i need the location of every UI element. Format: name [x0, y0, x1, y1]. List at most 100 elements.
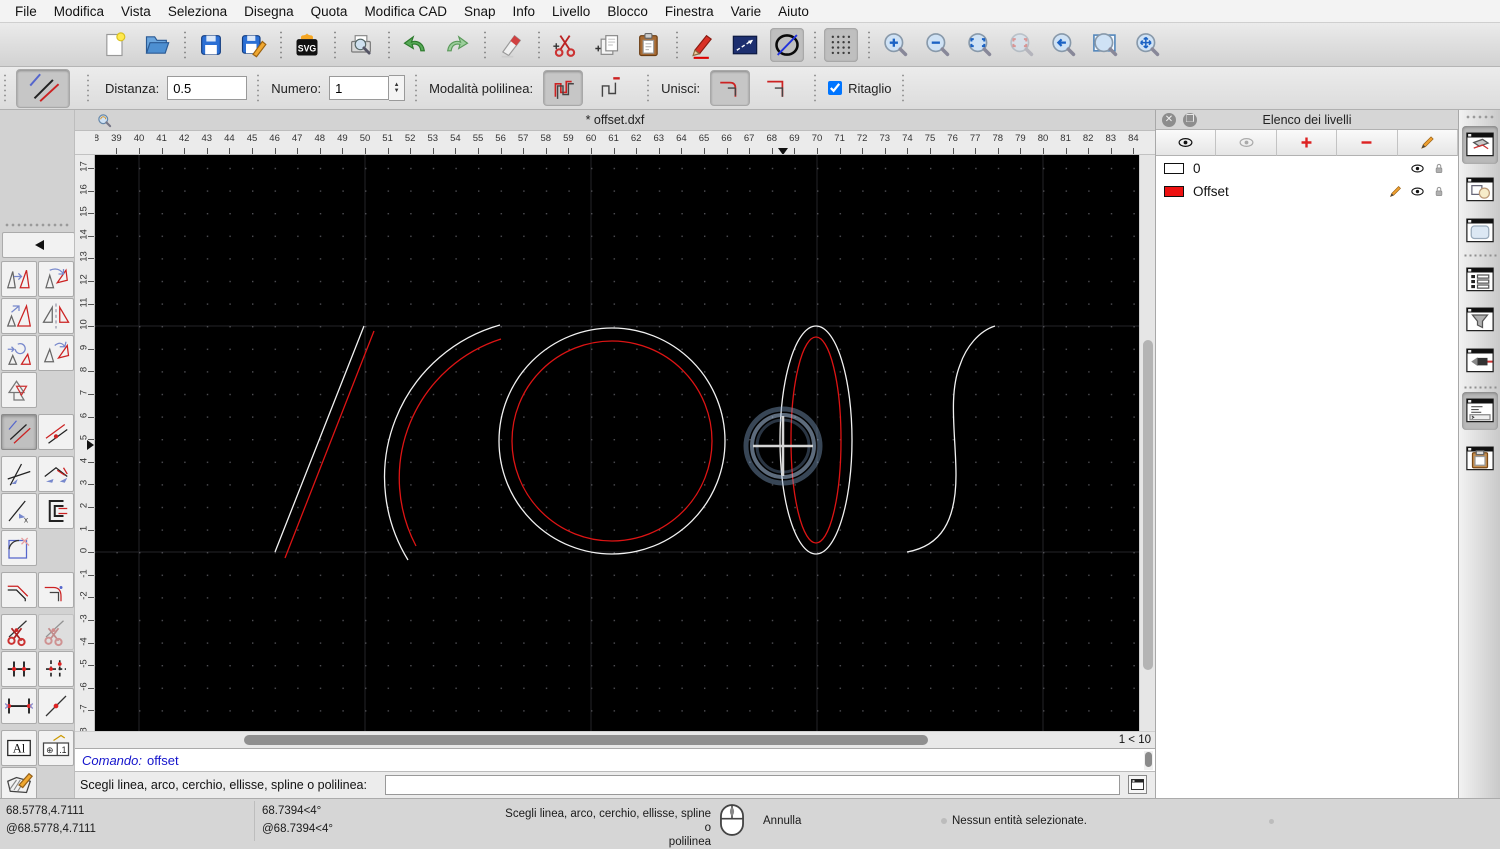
panel-block-list-toggle[interactable]	[1462, 171, 1498, 209]
grid-toggle-button[interactable]	[824, 27, 858, 62]
stretch-tool[interactable]	[1, 688, 37, 724]
number-input[interactable]	[329, 76, 390, 100]
move-rotate-tool[interactable]	[1, 335, 37, 371]
panel-property-editor-toggle[interactable]	[1462, 261, 1498, 299]
panel-command-line-toggle[interactable]	[1462, 392, 1498, 430]
measure-button[interactable]	[728, 28, 762, 62]
menu-disegna[interactable]: Disegna	[238, 4, 305, 19]
zoom-out-button[interactable]	[920, 28, 954, 62]
distance-input[interactable]	[167, 76, 248, 100]
new-file-button[interactable]	[98, 28, 132, 62]
join-round-button[interactable]	[710, 70, 751, 106]
hide-all-layers-button[interactable]	[1216, 130, 1277, 156]
menu-modifica[interactable]: Modifica	[48, 4, 115, 19]
paste-button[interactable]	[632, 28, 666, 62]
add-layer-button[interactable]	[1276, 130, 1338, 156]
back-button[interactable]	[2, 232, 74, 258]
layer-row[interactable]: Offset	[1156, 182, 1458, 202]
offset-tool[interactable]	[1, 414, 37, 450]
print-preview-button[interactable]	[344, 28, 378, 62]
auto-zoom-button[interactable]	[962, 28, 996, 62]
menu-blocco[interactable]: Blocco	[601, 4, 659, 19]
break-out-arc-tool[interactable]	[1, 530, 37, 566]
pencil-icon[interactable]	[1388, 184, 1403, 199]
command-window-button[interactable]	[1128, 775, 1147, 794]
edit-hatch-tool[interactable]	[1, 767, 37, 798]
break-segments-tool[interactable]	[38, 651, 74, 687]
delete-entities-button[interactable]	[494, 28, 528, 62]
history-scrollbar[interactable]	[1144, 751, 1153, 770]
trim-tool[interactable]	[1, 456, 37, 492]
divide-2-tool[interactable]	[38, 614, 74, 650]
remove-layer-button[interactable]	[1337, 130, 1398, 156]
menu-modifica-cad[interactable]: Modifica CAD	[358, 4, 458, 19]
bevel-tool[interactable]	[1, 572, 37, 608]
scrollbar-thumb[interactable]	[1143, 340, 1153, 670]
offset-seg-tool[interactable]	[38, 414, 74, 450]
polyline-mode-single-button[interactable]	[590, 70, 630, 106]
join-sharp-button[interactable]	[757, 70, 797, 106]
svg-export-button[interactable]: SVG	[290, 28, 324, 62]
rotate-tool[interactable]	[38, 261, 74, 297]
split-tool[interactable]	[38, 688, 74, 724]
reverse-tool[interactable]	[1, 372, 37, 408]
scale-tool[interactable]	[1, 298, 37, 334]
pan-button[interactable]	[1130, 28, 1164, 62]
open-file-button[interactable]	[140, 28, 174, 62]
save-as-button[interactable]	[236, 28, 270, 62]
layer-color-swatch[interactable]	[1164, 163, 1184, 174]
move-tool[interactable]	[1, 261, 37, 297]
panel-clipboard-toggle[interactable]	[1462, 440, 1498, 478]
zoom-selection-button[interactable]	[1004, 28, 1038, 62]
edit-text-tool[interactable]: Al	[1, 730, 37, 766]
clip-checkbox[interactable]	[828, 81, 843, 95]
menu-seleziona[interactable]: Seleziona	[162, 4, 238, 19]
stepper-down-icon[interactable]: ▼	[394, 88, 400, 94]
panel-layer-list-toggle[interactable]	[1462, 126, 1498, 164]
undo-button[interactable]	[398, 28, 432, 62]
menu-varie[interactable]: Varie	[725, 4, 773, 19]
menu-snap[interactable]: Snap	[458, 4, 507, 19]
scrollbar-thumb[interactable]	[1145, 752, 1152, 767]
layer-color-swatch[interactable]	[1164, 186, 1184, 197]
horizontal-scrollbar[interactable]: 1 < 10	[75, 731, 1155, 748]
document-tab-bar[interactable]: * offset.dxf	[75, 110, 1155, 131]
rotate-two-tool[interactable]	[38, 335, 74, 371]
save-button[interactable]	[194, 28, 228, 62]
edit-layer-button[interactable]	[1397, 130, 1459, 156]
draw-settings-button[interactable]	[686, 28, 720, 62]
menu-finestra[interactable]: Finestra	[659, 4, 725, 19]
mirror-tool[interactable]	[38, 298, 74, 334]
lengthen-tool[interactable]: x	[1, 493, 37, 529]
number-stepper[interactable]: ▲ ▼	[389, 75, 406, 101]
vertical-scrollbar[interactable]	[1139, 155, 1155, 731]
lock-icon[interactable]	[1432, 161, 1446, 176]
eye-icon[interactable]	[1409, 161, 1426, 176]
drawing-canvas[interactable]	[95, 155, 1139, 731]
previous-view-button[interactable]	[1046, 28, 1080, 62]
zoom-in-button[interactable]	[878, 28, 912, 62]
eye-icon[interactable]	[1409, 184, 1426, 199]
round-tool[interactable]	[38, 572, 74, 608]
copy-button[interactable]	[590, 28, 624, 62]
menu-vista[interactable]: Vista	[115, 4, 162, 19]
polyline-mode-all-button[interactable]	[543, 70, 584, 106]
show-all-layers-button[interactable]	[1156, 130, 1217, 156]
edit-dimension-tool[interactable]: ⊕ .1	[38, 730, 74, 766]
divide-tool[interactable]	[1, 614, 37, 650]
ellipse-slash-button[interactable]	[770, 27, 804, 62]
panel-pen-settings-toggle[interactable]	[1462, 342, 1498, 380]
scrollbar-thumb[interactable]	[244, 735, 928, 745]
command-input[interactable]	[385, 775, 1120, 795]
menu-quota[interactable]: Quota	[305, 4, 359, 19]
redo-button[interactable]	[440, 28, 474, 62]
break-points-tool[interactable]	[1, 651, 37, 687]
panel-selection-filter-toggle[interactable]	[1462, 301, 1498, 339]
menu-file[interactable]: File	[9, 4, 48, 19]
cut-button[interactable]	[548, 28, 582, 62]
clip-gap-tool[interactable]	[38, 493, 74, 529]
panel-library-toggle[interactable]	[1462, 212, 1498, 250]
trim-both-tool[interactable]	[38, 456, 74, 492]
menu-aiuto[interactable]: Aiuto	[772, 4, 820, 19]
zoom-window-button[interactable]	[1088, 28, 1122, 62]
